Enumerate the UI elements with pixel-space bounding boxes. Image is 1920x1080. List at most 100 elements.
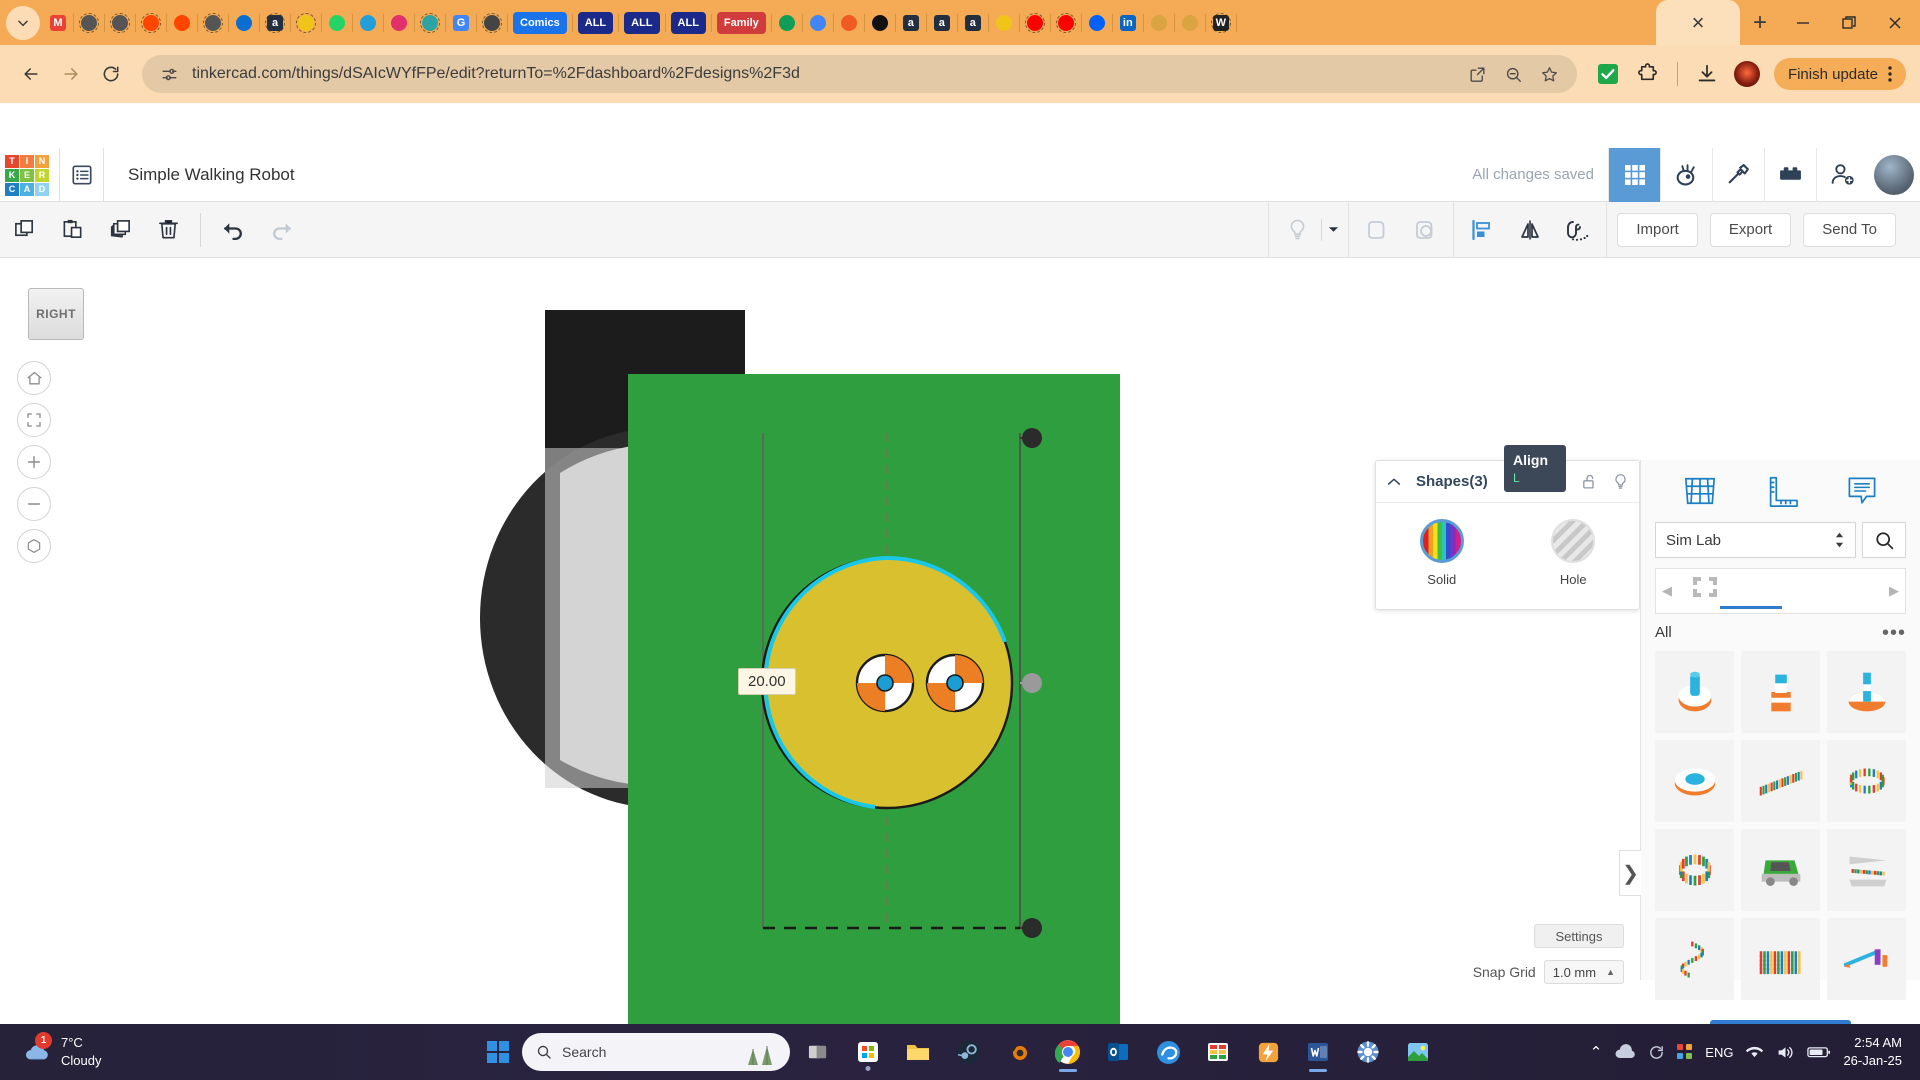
library-collapse-handle[interactable]: ❯ (1619, 850, 1641, 896)
shape-domino-line[interactable] (1741, 740, 1820, 822)
3d-scene[interactable] (0, 258, 1920, 1028)
excel-button[interactable] (1196, 1030, 1240, 1074)
clock[interactable]: 2:54 AM 26-Jan-25 (1843, 1034, 1902, 1070)
carousel-prev-icon[interactable]: ◀ (1656, 583, 1678, 599)
unlock-icon[interactable] (1581, 473, 1598, 490)
bookmark-linkedin[interactable]: in (1118, 13, 1138, 33)
restore-button[interactable] (1826, 0, 1872, 45)
minimize-button[interactable] (1780, 0, 1826, 45)
blender-button[interactable] (996, 1030, 1040, 1074)
magnet-button[interactable] (1554, 202, 1602, 258)
solid-swatch[interactable] (1419, 519, 1464, 563)
tinkercad-logo[interactable]: TIN KER CAD (5, 154, 51, 196)
bookmark-reddit-alt-2[interactable] (110, 12, 130, 33)
ruler-icon[interactable] (1762, 474, 1800, 508)
update-icon[interactable] (1648, 1044, 1665, 1061)
solid-option[interactable]: Solid (1376, 519, 1508, 587)
import-button[interactable]: Import (1617, 212, 1698, 247)
battery-icon[interactable] (1807, 1045, 1831, 1059)
settings-button[interactable] (1346, 1030, 1390, 1074)
close-window-button[interactable] (1872, 0, 1918, 45)
edge-copilot-button[interactable] (1146, 1030, 1190, 1074)
bookmark-whatsapp[interactable] (327, 13, 347, 33)
task-view-button[interactable] (796, 1030, 840, 1074)
category-all-label[interactable]: All (1655, 624, 1672, 641)
library-search-button[interactable] (1862, 522, 1906, 558)
bookmark-note-yellow[interactable] (296, 12, 316, 33)
panel-toggle-button[interactable] (60, 147, 104, 202)
hole-swatch[interactable] (1551, 519, 1596, 563)
shape-disc-post[interactable] (1827, 651, 1906, 733)
bookmark-chip-all-comic-3[interactable]: ALL (670, 11, 706, 34)
start-button[interactable] (480, 1034, 516, 1070)
snap-grid-value[interactable]: 1.0 mm ▲ (1543, 960, 1624, 984)
light-dropdown-caret[interactable] (1322, 202, 1344, 258)
bookmark-teal-dashed[interactable] (420, 12, 440, 33)
downloads-icon[interactable] (1690, 57, 1724, 91)
bookmark-chip-comics[interactable]: Comics (513, 11, 567, 34)
tab-close-icon[interactable]: × (1692, 10, 1705, 36)
bookmark-amazon-dashed[interactable]: a (265, 12, 285, 33)
word-button[interactable] (1296, 1030, 1340, 1074)
duplicate-button[interactable] (96, 202, 144, 258)
bookmark-reddit-2[interactable] (172, 13, 192, 33)
bookmark-youtube-1[interactable] (1024, 12, 1045, 33)
group-button[interactable] (1353, 202, 1401, 258)
file-explorer-button[interactable] (896, 1030, 940, 1074)
snap-grid-caret-icon[interactable]: ▲ (1606, 967, 1615, 977)
export-button[interactable]: Export (1709, 212, 1792, 247)
bookmark-chip-all-comic-2[interactable]: ALL (624, 11, 660, 34)
bookmark-chip-family[interactable]: Family (716, 11, 766, 34)
google-chrome-button[interactable] (1046, 1030, 1090, 1074)
shape-domino-ring[interactable] (1655, 829, 1734, 911)
tab-search-button[interactable] (6, 5, 40, 40)
onedrive-icon[interactable] (1614, 1044, 1636, 1060)
bookmark-robot-1[interactable] (1149, 13, 1169, 33)
weather-widget[interactable]: 1 7°C Cloudy (22, 1032, 101, 1069)
forward-button[interactable] (54, 57, 88, 91)
apps-tray-icon[interactable] (1677, 1044, 1693, 1060)
volume-icon[interactable] (1776, 1044, 1795, 1061)
paste-button[interactable] (48, 202, 96, 258)
bookmark-openai[interactable] (870, 13, 890, 33)
new-tab-button[interactable]: + (1740, 0, 1780, 45)
profile-avatar-icon[interactable] (1730, 57, 1764, 91)
shape-ramp-set[interactable] (1827, 829, 1906, 911)
bookmark-instagram[interactable] (389, 13, 409, 33)
redo-button[interactable] (257, 202, 305, 258)
bookmark-wikipedia[interactable]: W (1210, 12, 1231, 33)
outlook-button[interactable] (1096, 1030, 1140, 1074)
carousel-next-icon[interactable]: ▶ (1883, 583, 1905, 599)
shape-car[interactable] (1741, 829, 1820, 911)
steam-button[interactable] (946, 1030, 990, 1074)
copy-button[interactable] (0, 202, 48, 258)
delete-button[interactable] (144, 202, 192, 258)
bookmark-robot-2[interactable] (1180, 13, 1200, 33)
bookmark-note-yellow-2[interactable] (994, 13, 1014, 33)
shape-s-curve[interactable] (1655, 918, 1734, 1000)
shape-domino-oval[interactable] (1827, 740, 1906, 822)
microsoft-store-button[interactable] (846, 1030, 890, 1074)
bricks-button[interactable] (1764, 147, 1816, 202)
dimension-height-input[interactable]: 20.00 (738, 668, 796, 695)
language-indicator[interactable]: ENG (1705, 1045, 1733, 1060)
photos-button[interactable] (1396, 1030, 1440, 1074)
bookmark-google-translate[interactable]: G (451, 13, 471, 33)
note-icon[interactable] (1844, 474, 1880, 508)
extension-checkmark-icon[interactable] (1591, 57, 1625, 91)
back-button[interactable] (14, 57, 48, 91)
invite-people-button[interactable] (1816, 147, 1868, 202)
bookmark-x-envelope-dashed[interactable] (482, 12, 502, 33)
undo-button[interactable] (209, 202, 257, 258)
bookmark-sheets[interactable] (777, 13, 797, 33)
bookmark-telegram[interactable] (358, 13, 378, 33)
workplane-icon[interactable] (1681, 474, 1719, 508)
bookmark-globe-dashed[interactable] (203, 12, 223, 33)
bookmark-reddit-1[interactable] (141, 12, 161, 33)
bookmark-star-icon[interactable] (1537, 61, 1563, 87)
shape-domino-field[interactable] (1741, 918, 1820, 1000)
bookmark-reddit-alt-1[interactable] (79, 12, 99, 33)
send-to-button[interactable]: Send To (1803, 212, 1896, 247)
site-settings-icon[interactable] (156, 61, 182, 87)
library-more-menu-icon[interactable]: ••• (1882, 623, 1906, 643)
